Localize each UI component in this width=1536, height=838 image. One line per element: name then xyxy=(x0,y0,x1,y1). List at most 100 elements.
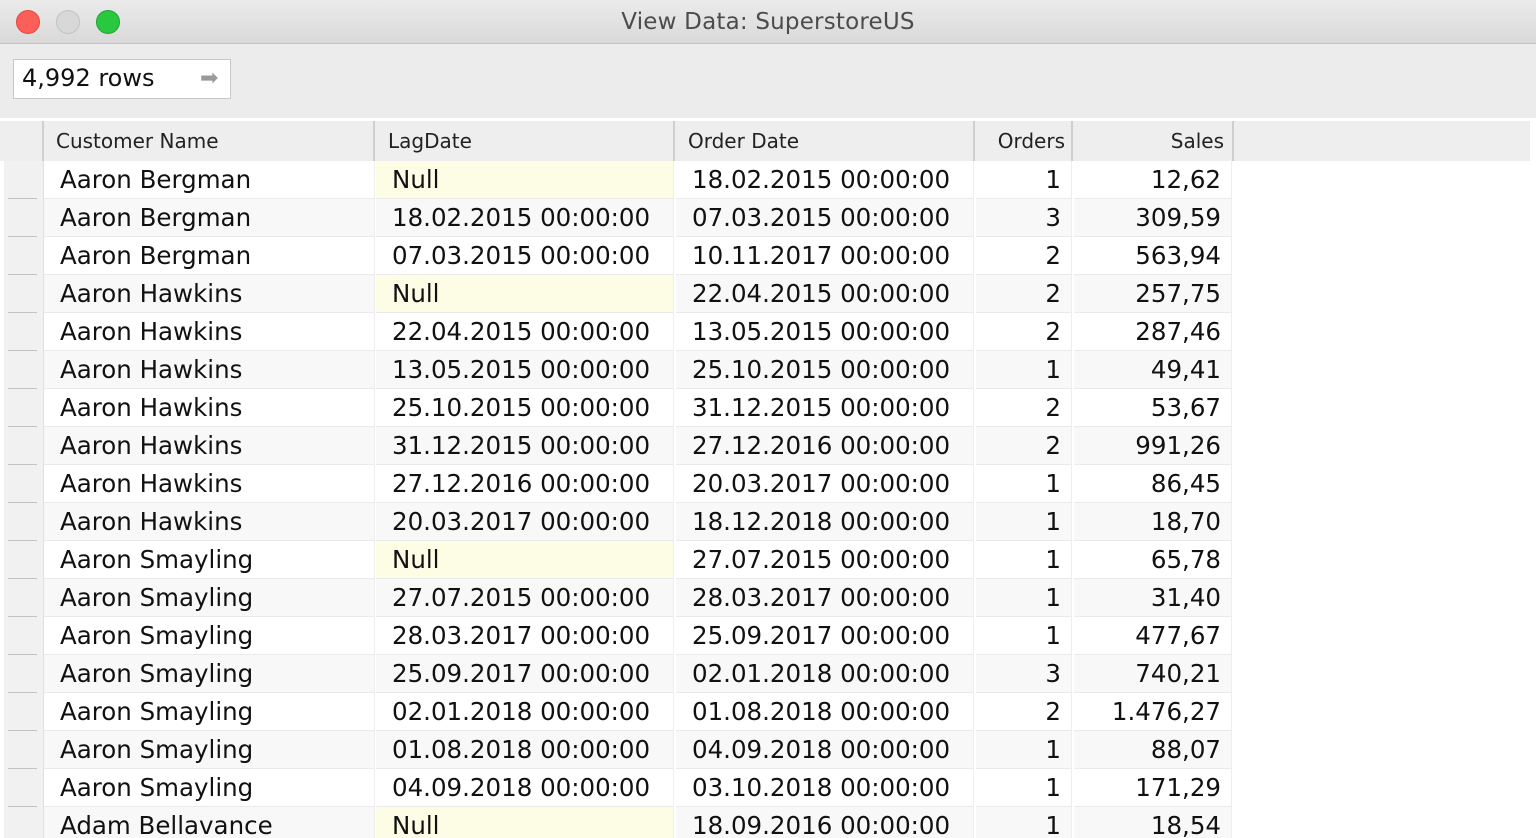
sales-cell[interactable]: 12,62 xyxy=(1074,161,1232,199)
lagdate-cell[interactable]: 27.12.2016 00:00:00 xyxy=(376,465,674,503)
table-row[interactable]: Aaron Smayling 27.07.2015 00:00:00 28.03.2… xyxy=(0,579,1536,617)
sales-cell[interactable]: 53,67 xyxy=(1074,389,1232,427)
lagdate-cell[interactable]: 20.03.2017 00:00:00 xyxy=(376,503,674,541)
row-selector[interactable] xyxy=(4,541,44,579)
lagdate-cell[interactable]: Null xyxy=(376,161,674,199)
lagdate-cell[interactable]: 25.09.2017 00:00:00 xyxy=(376,655,674,693)
order-date-cell[interactable]: 10.11.2017 00:00:00 xyxy=(676,237,974,275)
orders-cell[interactable]: 2 xyxy=(976,275,1072,313)
row-selector[interactable] xyxy=(4,161,44,199)
order-date-cell[interactable]: 18.02.2015 00:00:00 xyxy=(676,161,974,199)
order-date-cell[interactable]: 03.10.2018 00:00:00 xyxy=(676,769,974,807)
table-row[interactable]: Aaron Hawkins 13.05.2015 00:00:00 25.10.20… xyxy=(0,351,1536,389)
sales-cell[interactable]: 65,78 xyxy=(1074,541,1232,579)
row-selector[interactable] xyxy=(4,617,44,655)
table-row[interactable]: Aaron Smayling Null 27.07.2015 00:00:00 1 65… xyxy=(0,541,1536,579)
orders-cell[interactable]: 1 xyxy=(976,351,1072,389)
sales-cell[interactable]: 740,21 xyxy=(1074,655,1232,693)
lagdate-cell[interactable]: 13.05.2015 00:00:00 xyxy=(376,351,674,389)
table-row[interactable]: Aaron Hawkins Null 22.04.2015 00:00:00 2 257… xyxy=(0,275,1536,313)
order-date-cell[interactable]: 28.03.2017 00:00:00 xyxy=(676,579,974,617)
table-row[interactable]: Aaron Hawkins 22.04.2015 00:00:00 13.05.20… xyxy=(0,313,1536,351)
order-date-cell[interactable]: 07.03.2015 00:00:00 xyxy=(676,199,974,237)
customer-name-cell[interactable]: Aaron Smayling xyxy=(44,617,375,655)
lagdate-cell[interactable]: 04.09.2018 00:00:00 xyxy=(376,769,674,807)
table-row[interactable]: Aaron Hawkins 20.03.2017 00:00:00 18.12.20… xyxy=(0,503,1536,541)
order-date-cell[interactable]: 31.12.2015 00:00:00 xyxy=(676,389,974,427)
arrow-right-icon[interactable]: ➡ xyxy=(200,66,218,91)
lagdate-cell[interactable]: 18.02.2015 00:00:00 xyxy=(376,199,674,237)
order-date-cell[interactable]: 22.04.2015 00:00:00 xyxy=(676,275,974,313)
row-selector[interactable] xyxy=(4,693,44,731)
order-date-cell[interactable]: 18.09.2016 00:00:00 xyxy=(676,807,974,838)
row-selector[interactable] xyxy=(4,579,44,617)
order-date-cell[interactable]: 20.03.2017 00:00:00 xyxy=(676,465,974,503)
table-row[interactable]: Aaron Smayling 02.01.2018 00:00:00 01.08.2… xyxy=(0,693,1536,731)
sales-cell[interactable]: 287,46 xyxy=(1074,313,1232,351)
customer-name-cell[interactable]: Aaron Bergman xyxy=(44,199,375,237)
order-date-cell[interactable]: 01.08.2018 00:00:00 xyxy=(676,693,974,731)
table-row[interactable]: Aaron Smayling 25.09.2017 00:00:00 02.01.2… xyxy=(0,655,1536,693)
row-selector[interactable] xyxy=(4,465,44,503)
row-selector[interactable] xyxy=(4,731,44,769)
sales-cell[interactable]: 49,41 xyxy=(1074,351,1232,389)
lagdate-cell[interactable]: 31.12.2015 00:00:00 xyxy=(376,427,674,465)
customer-name-cell[interactable]: Aaron Hawkins xyxy=(44,465,375,503)
table-row[interactable]: Aaron Bergman Null 18.02.2015 00:00:00 1 12,… xyxy=(0,161,1536,199)
orders-cell[interactable]: 1 xyxy=(976,465,1072,503)
lagdate-cell[interactable]: Null xyxy=(376,275,674,313)
orders-cell[interactable]: 1 xyxy=(976,617,1072,655)
order-date-cell[interactable]: 04.09.2018 00:00:00 xyxy=(676,731,974,769)
row-selector[interactable] xyxy=(4,427,44,465)
sales-cell[interactable]: 991,26 xyxy=(1074,427,1232,465)
orders-cell[interactable]: 1 xyxy=(976,731,1072,769)
row-selector[interactable] xyxy=(4,313,44,351)
lagdate-cell[interactable]: Null xyxy=(376,807,674,838)
customer-name-cell[interactable]: Aaron Hawkins xyxy=(44,389,375,427)
lagdate-cell[interactable]: 07.03.2015 00:00:00 xyxy=(376,237,674,275)
table-row[interactable]: Aaron Bergman 07.03.2015 00:00:00 10.11.20… xyxy=(0,237,1536,275)
sales-cell[interactable]: 31,40 xyxy=(1074,579,1232,617)
row-selector[interactable] xyxy=(4,351,44,389)
sales-cell[interactable]: 309,59 xyxy=(1074,199,1232,237)
customer-name-cell[interactable]: Aaron Smayling xyxy=(44,655,375,693)
lagdate-cell[interactable]: 27.07.2015 00:00:00 xyxy=(376,579,674,617)
lagdate-cell[interactable]: 25.10.2015 00:00:00 xyxy=(376,389,674,427)
orders-cell[interactable]: 1 xyxy=(976,579,1072,617)
lagdate-cell[interactable]: 22.04.2015 00:00:00 xyxy=(376,313,674,351)
table-row[interactable]: Aaron Hawkins 27.12.2016 00:00:00 20.03.20… xyxy=(0,465,1536,503)
customer-name-cell[interactable]: Aaron Hawkins xyxy=(44,427,375,465)
customer-name-cell[interactable]: Aaron Hawkins xyxy=(44,351,375,389)
orders-cell[interactable]: 2 xyxy=(976,313,1072,351)
customer-name-cell[interactable]: Aaron Hawkins xyxy=(44,313,375,351)
table-row[interactable]: Aaron Hawkins 25.10.2015 00:00:00 31.12.20… xyxy=(0,389,1536,427)
orders-cell[interactable]: 2 xyxy=(976,237,1072,275)
customer-name-cell[interactable]: Aaron Smayling xyxy=(44,693,375,731)
column-header-lagdate[interactable]: LagDate xyxy=(376,121,675,161)
table-row[interactable]: Aaron Smayling 01.08.2018 00:00:00 04.09.2… xyxy=(0,731,1536,769)
row-count-box[interactable]: 4,992 rows ➡ xyxy=(13,59,231,99)
table-row[interactable]: Aaron Smayling 04.09.2018 00:00:00 03.10.2… xyxy=(0,769,1536,807)
customer-name-cell[interactable]: Aaron Smayling xyxy=(44,579,375,617)
row-selector[interactable] xyxy=(4,655,44,693)
orders-cell[interactable]: 1 xyxy=(976,807,1072,838)
orders-cell[interactable]: 2 xyxy=(976,693,1072,731)
lagdate-cell[interactable]: 01.08.2018 00:00:00 xyxy=(376,731,674,769)
order-date-cell[interactable]: 13.05.2015 00:00:00 xyxy=(676,313,974,351)
row-selector[interactable] xyxy=(4,503,44,541)
customer-name-cell[interactable]: Aaron Hawkins xyxy=(44,503,375,541)
column-header-customer-name[interactable]: Customer Name xyxy=(44,121,375,161)
customer-name-cell[interactable]: Aaron Hawkins xyxy=(44,275,375,313)
lagdate-cell[interactable]: 28.03.2017 00:00:00 xyxy=(376,617,674,655)
sales-cell[interactable]: 257,75 xyxy=(1074,275,1232,313)
order-date-cell[interactable]: 02.01.2018 00:00:00 xyxy=(676,655,974,693)
table-row[interactable]: Aaron Hawkins 31.12.2015 00:00:00 27.12.20… xyxy=(0,427,1536,465)
lagdate-cell[interactable]: 02.01.2018 00:00:00 xyxy=(376,693,674,731)
customer-name-cell[interactable]: Aaron Bergman xyxy=(44,161,375,199)
customer-name-cell[interactable]: Aaron Bergman xyxy=(44,237,375,275)
orders-cell[interactable]: 3 xyxy=(976,655,1072,693)
orders-cell[interactable]: 1 xyxy=(976,161,1072,199)
table-row[interactable]: Aaron Smayling 28.03.2017 00:00:00 25.09.2… xyxy=(0,617,1536,655)
sales-cell[interactable]: 18,70 xyxy=(1074,503,1232,541)
row-selector[interactable] xyxy=(4,769,44,807)
